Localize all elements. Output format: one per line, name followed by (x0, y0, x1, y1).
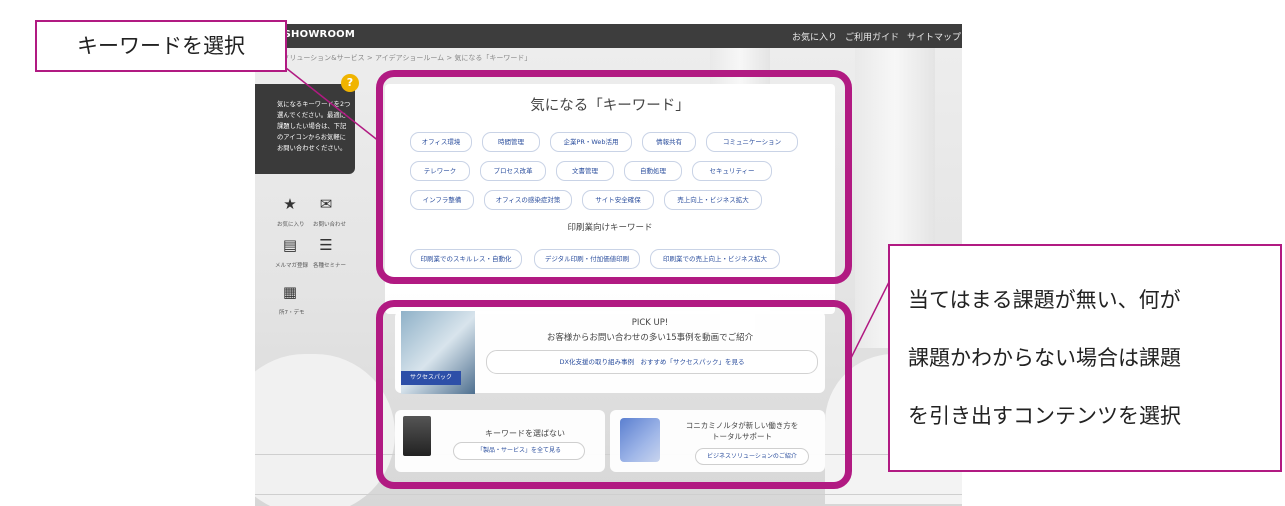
left-callout-line (285, 67, 381, 143)
left-callout-text: キーワードを選択 (77, 34, 245, 58)
left-callout-box: キーワードを選択 (35, 20, 287, 72)
right-callout-line-1: 当てはまる課題が無い、何が (908, 288, 1181, 312)
right-callout-line-2: 課題かわからない場合は課題 (908, 346, 1181, 370)
right-callout-line-3: を引き出すコンテンツを選択 (908, 404, 1181, 428)
right-callout-box: 当てはまる課題が無い、何が 課題かわからない場合は課題 を引き出すコンテンツを選… (888, 244, 1282, 472)
right-callout-line (848, 281, 890, 363)
